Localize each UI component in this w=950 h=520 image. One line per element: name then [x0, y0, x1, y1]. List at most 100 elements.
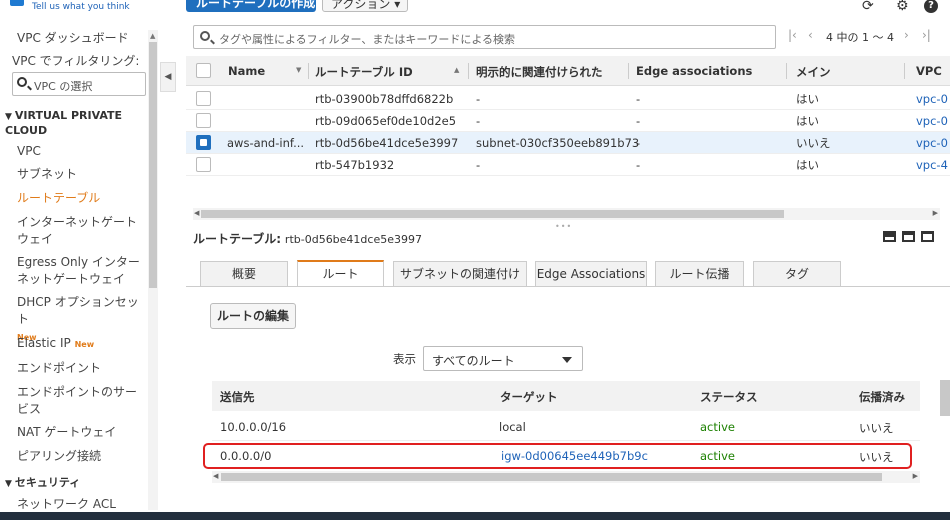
sidebar-item-endpoints[interactable]: エンドポイント — [17, 360, 145, 377]
cell-vpc-link[interactable]: vpc-0 — [916, 110, 948, 132]
create-route-table-button[interactable]: ルートテーブルの作成 — [186, 0, 316, 12]
sidebar-item-nat-gateways[interactable]: NAT ゲートウェイ — [17, 424, 145, 441]
sidebar-item-egress-only-igw[interactable]: Egress Only インターネットゲートウェイ — [17, 254, 145, 288]
tab-summary[interactable]: 概要 — [200, 261, 288, 286]
tab-route-propagation[interactable]: ルート伝播 — [655, 261, 744, 286]
row-checkbox[interactable] — [196, 91, 211, 106]
detail-vertical-scrollbar[interactable] — [940, 380, 950, 416]
cell-main: はい — [796, 158, 819, 172]
table-row[interactable]: rtb-547b1932 - - はい vpc-4 — [186, 154, 950, 176]
edit-routes-button[interactable]: ルートの編集 — [210, 303, 296, 329]
cell-vpc-link[interactable]: vpc-0 — [916, 88, 948, 110]
column-header-edge[interactable]: Edge associations — [636, 64, 752, 78]
column-divider — [904, 63, 905, 79]
column-header-route-table-id[interactable]: ルートテーブル ID — [315, 64, 413, 80]
scroll-left-icon[interactable]: ◀ — [194, 209, 199, 217]
highlight-box — [203, 443, 912, 469]
actions-button[interactable]: アクション ▾ — [322, 0, 408, 12]
refresh-icon[interactable]: ⟳ — [862, 0, 874, 14]
sidebar-item-route-tables[interactable]: ルートテーブル — [17, 190, 145, 207]
routes-table-header: 送信先 ターゲット ステータス 伝播済み — [212, 381, 920, 411]
sidebar-item-vpc[interactable]: VPC — [17, 143, 145, 160]
pane-bottom-icon[interactable] — [883, 231, 896, 242]
cell-name: aws-and-inf... — [227, 136, 305, 150]
cell-edge: - — [636, 158, 641, 172]
column-header-name[interactable]: Name — [228, 64, 265, 78]
cell-route-table-id: rtb-03900b78dffd6822b — [315, 92, 454, 106]
tab-subnet-associations[interactable]: サブネットの関連付け — [393, 261, 527, 286]
sidebar-item-subnets[interactable]: サブネット — [17, 166, 145, 183]
row-checkbox[interactable] — [196, 157, 211, 172]
search-input[interactable]: タグや属性によるフィルター、またはキーワードによる検索 — [193, 25, 776, 49]
table-row[interactable]: rtb-03900b78dffd6822b - - はい vpc-0 — [186, 88, 950, 110]
tab-routes[interactable]: ルート — [297, 260, 384, 287]
last-page-icon[interactable]: ›| — [922, 28, 931, 42]
cell-main: はい — [796, 114, 819, 128]
sidebar-item-network-acl[interactable]: ネットワーク ACL — [17, 496, 145, 512]
section-security[interactable]: ▼ セキュリティ — [5, 476, 80, 491]
sidebar-item-peering[interactable]: ピアリング接続 — [17, 448, 145, 465]
section-virtual-private-cloud[interactable]: ▼ VIRTUAL PRIVATE CLOUD — [5, 109, 145, 137]
routes-horizontal-scrollbar[interactable]: ◀ ▶ — [212, 471, 920, 483]
search-placeholder: タグや属性によるフィルター、またはキーワードによる検索 — [219, 33, 516, 46]
select-all-checkbox[interactable] — [196, 63, 211, 78]
column-header-explicit[interactable]: 明示的に関連付けられた — [476, 64, 603, 80]
column-header-main[interactable]: メイン — [796, 64, 831, 80]
prev-page-icon[interactable]: ‹ — [808, 28, 813, 42]
chevron-down-icon — [562, 357, 572, 363]
route-filter-select[interactable]: すべてのルート — [423, 346, 583, 371]
scroll-right-icon[interactable]: ▶ — [933, 209, 938, 217]
table-horizontal-scrollbar[interactable]: ◀ ▶ — [193, 208, 940, 220]
cell-edge: - — [636, 92, 641, 106]
caret-down-icon: ▼ — [5, 112, 12, 122]
pane-full-icon[interactable] — [921, 231, 934, 242]
tab-tags[interactable]: タグ — [753, 261, 841, 286]
sidebar-item-elastic-ip[interactable]: Elastic IP New — [17, 335, 145, 353]
cell-route-table-id: rtb-0d56be41dce5e3997 — [315, 136, 459, 150]
route-tables-header: Name ▼ ルートテーブル ID ▲ 明示的に関連付けられた Edge ass… — [186, 56, 950, 86]
scrollbar-thumb[interactable] — [149, 42, 157, 288]
scroll-right-icon[interactable]: ▶ — [913, 472, 918, 480]
cell-status: active — [700, 420, 735, 434]
sidebar-item-endpoint-services[interactable]: エンドポイントのサービス — [17, 384, 145, 418]
sort-asc-icon[interactable]: ▲ — [454, 66, 459, 74]
feedback-link[interactable]: Tell us what you think — [32, 2, 130, 12]
resize-grip-icon[interactable]: ••• — [555, 222, 572, 231]
table-row-selected[interactable]: aws-and-inf... rtb-0d56be41dce5e3997 sub… — [186, 132, 950, 154]
caret-down-icon: ▼ — [5, 479, 12, 489]
next-page-icon[interactable]: › — [904, 28, 909, 42]
sort-icon[interactable]: ▼ — [296, 66, 301, 74]
cell-vpc-link[interactable]: vpc-4 — [916, 154, 948, 176]
help-icon[interactable]: ? — [924, 0, 938, 13]
pane-split-icon[interactable] — [902, 231, 915, 242]
collapse-sidebar-button[interactable]: ◀ — [160, 62, 176, 92]
sidebar-item-internet-gateways[interactable]: インターネットゲートウェイ — [17, 214, 145, 248]
scrollbar-thumb[interactable] — [201, 210, 784, 218]
column-header-status[interactable]: ステータス — [700, 389, 758, 405]
column-header-target[interactable]: ターゲット — [500, 389, 558, 405]
table-row[interactable]: rtb-09d065ef0de10d2e5 - - はい vpc-0 — [186, 110, 950, 132]
cell-target: local — [499, 420, 526, 434]
vpc-filter-select[interactable]: VPC の選択 — [12, 72, 146, 96]
tab-edge-associations[interactable]: Edge Associations — [535, 261, 647, 286]
sidebar-item-vpc-dashboard[interactable]: VPC ダッシュボード — [17, 30, 145, 47]
scroll-left-icon[interactable]: ◀ — [213, 472, 218, 480]
cell-edge: - — [636, 114, 641, 128]
scrollbar-thumb[interactable] — [221, 473, 882, 481]
gear-icon[interactable]: ⚙ — [896, 0, 909, 14]
column-header-propagated[interactable]: 伝播済み — [859, 389, 905, 405]
scroll-up-icon[interactable]: ▲ — [150, 32, 155, 40]
cell-edge: - — [636, 136, 641, 150]
cell-main: いいえ — [796, 136, 831, 150]
column-header-destination[interactable]: 送信先 — [220, 389, 255, 405]
row-checkbox-checked[interactable] — [196, 135, 211, 150]
row-checkbox[interactable] — [196, 113, 211, 128]
vpc-filter-placeholder: VPC の選択 — [34, 80, 93, 93]
section-label: セキュリティ — [14, 476, 81, 489]
first-page-icon[interactable]: |‹ — [788, 28, 797, 42]
feedback-icon[interactable] — [10, 0, 24, 6]
sidebar-scrollbar[interactable]: ▲ — [148, 30, 158, 510]
column-header-vpc[interactable]: VPC — [916, 64, 942, 78]
cell-route-table-id: rtb-09d065ef0de10d2e5 — [315, 114, 457, 128]
cell-vpc-link[interactable]: vpc-0 — [916, 132, 948, 154]
